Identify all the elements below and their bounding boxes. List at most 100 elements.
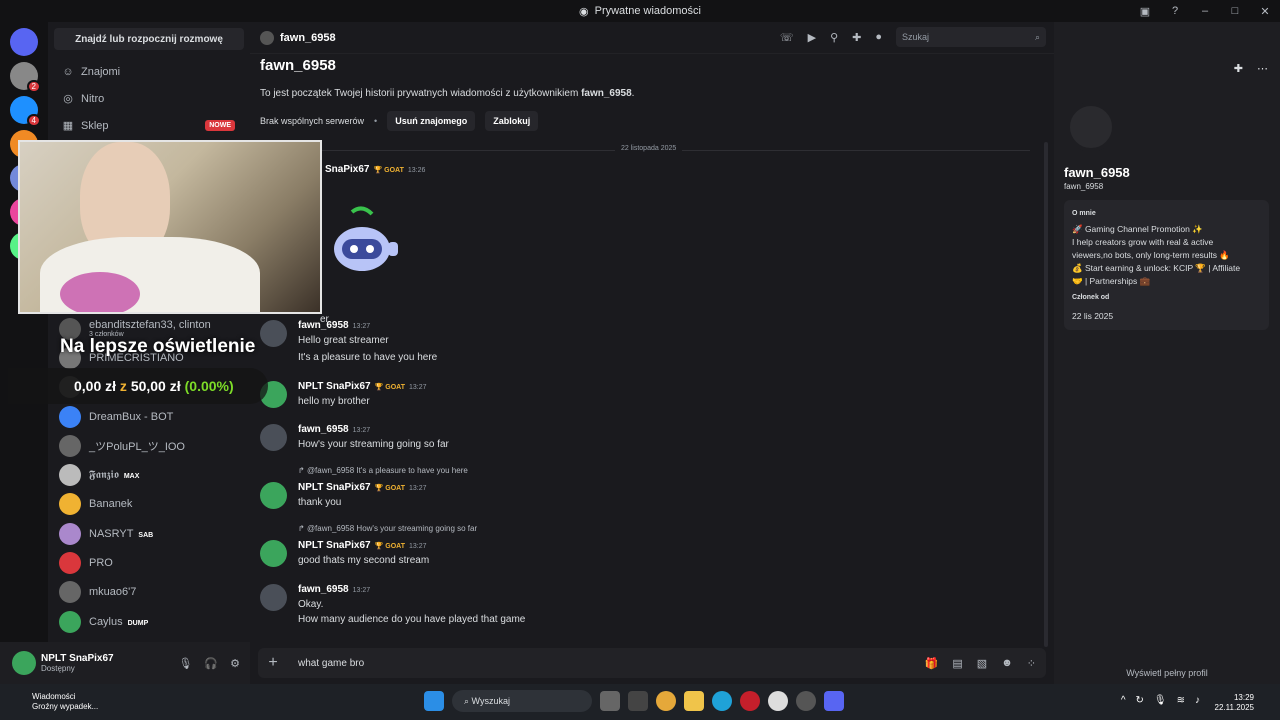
add-friend-icon[interactable]: ✚	[1234, 62, 1243, 75]
message-author[interactable]: NPLT SnaPix67 🏆 GOAT 13:27	[298, 381, 427, 392]
user-profile-icon[interactable]: ●	[875, 31, 882, 43]
message-avatar[interactable]	[260, 540, 287, 567]
remove-friend-button[interactable]: Usuń znajomego	[387, 111, 476, 131]
minimize-button[interactable]: –	[1190, 5, 1220, 17]
reply-reference[interactable]: ↱ @fawn_6958 How's your streaming going …	[298, 524, 477, 533]
settings-gear-icon[interactable]: ⚙	[230, 657, 240, 670]
discord-taskbar-icon[interactable]	[824, 691, 844, 711]
message-text: Hello great streamer	[298, 335, 389, 346]
dm-avatar	[59, 522, 81, 545]
dm-list-item[interactable]: Bananek	[48, 490, 250, 519]
dm-list-item[interactable]: mkuao6'7	[48, 578, 250, 607]
sticker-icon[interactable]: ▧	[977, 657, 987, 670]
message-author[interactable]: fawn_6958 13:27	[298, 584, 370, 595]
chrome-icon[interactable]	[656, 691, 676, 711]
nav-nitro[interactable]: ◎ Nitro	[48, 85, 250, 112]
message-text: How's your streaming going so far	[298, 439, 449, 450]
dm-list-item[interactable]: PRO	[48, 548, 250, 577]
composer-text[interactable]: what game bro	[298, 658, 364, 669]
taskbar-search[interactable]: ⌕ Wyszukaj	[452, 690, 592, 712]
reply-reference[interactable]: ↱ @fawn_6958 It's a pleasure to have you…	[298, 466, 468, 475]
message-author[interactable]: fawn_6958 13:27	[298, 424, 370, 435]
nav-friends[interactable]: ☺ Znajomi	[48, 58, 250, 85]
server-1-icon[interactable]: 2	[10, 62, 41, 93]
search-input[interactable]: Szukaj ⌕	[896, 27, 1046, 47]
shop-icon: ▦	[62, 120, 74, 132]
dm-list-item[interactable]: _ツPoluPL_ツ_IOO	[48, 431, 250, 460]
nav-nitro-label: Nitro	[81, 92, 105, 105]
profile-name: fawn_6958	[1064, 165, 1130, 180]
dm-text: DreamBux - BOT	[89, 411, 173, 423]
server-2-icon[interactable]: 4	[10, 96, 41, 127]
message-avatar[interactable]	[260, 584, 287, 611]
gift-icon[interactable]: 🎁	[925, 657, 939, 670]
dm-search-button[interactable]: Znajdź lub rozpocznij rozmowę	[54, 28, 244, 50]
goal-target: 50,00 zł	[130, 378, 181, 394]
mic-icon[interactable]: 🎙	[178, 657, 192, 670]
message-avatar[interactable]	[260, 424, 287, 451]
author-name: fawn_6958	[298, 320, 349, 331]
edge-icon[interactable]	[712, 691, 732, 711]
volume-icon[interactable]: ♪	[1195, 695, 1200, 706]
block-button[interactable]: Zablokuj	[485, 111, 539, 131]
news-widget[interactable]: Wiadomości Groźny wypadek...	[12, 692, 98, 712]
video-icon[interactable]: ▶	[808, 31, 816, 44]
headphones-icon[interactable]: 🎧	[204, 657, 218, 670]
help-icon[interactable]: ?	[1160, 5, 1190, 17]
goat-label: GOAT	[385, 485, 405, 492]
message-author[interactable]: fawn_6958 13:27	[298, 320, 370, 331]
no-mutual-servers: Brak wspólnych serwerów	[260, 116, 365, 126]
dm-avatar	[59, 610, 81, 633]
message-author[interactable]: SnaPix67 🏆 GOAT 13:26	[325, 164, 425, 175]
dm-tag: MAX	[123, 472, 140, 480]
emoji-icon[interactable]: ☻	[1001, 657, 1013, 670]
discord-home-icon[interactable]	[10, 28, 38, 56]
add-friends-icon[interactable]: ✚	[852, 31, 861, 44]
apps-icon[interactable]: ⁘	[1027, 657, 1036, 670]
dm-text: _ツPoluPL_ツ_IOO	[89, 438, 185, 454]
message-composer[interactable]: + what game bro 🎁 ▤ ▧ ☻ ⁘	[258, 648, 1046, 678]
sync-icon[interactable]: ↻	[1136, 695, 1144, 706]
file-explorer-icon[interactable]	[684, 691, 704, 711]
nav-shop[interactable]: ▦ Sklep NOWE	[48, 112, 250, 139]
goat-tag: 🏆 GOAT	[373, 167, 404, 174]
obs-icon[interactable]	[768, 691, 788, 711]
message-author[interactable]: NPLT SnaPix67 🏆 GOAT 13:27	[298, 540, 427, 551]
chevron-up-icon[interactable]: ^	[1121, 695, 1126, 706]
member-since-label: Członek od	[1072, 294, 1110, 301]
windows-start-icon[interactable]	[424, 691, 444, 711]
message-avatar[interactable]	[260, 320, 287, 347]
dm-name: mkuao6'7	[89, 586, 137, 599]
message-avatar[interactable]	[260, 482, 287, 509]
mic-tray-icon[interactable]: 🎙	[1154, 695, 1167, 706]
dm-list-item[interactable]: NASRYT SAB	[48, 519, 250, 548]
view-full-profile-link[interactable]: Wyświetl pełny profil	[1054, 668, 1280, 678]
inbox-icon[interactable]: ▣	[1130, 5, 1160, 18]
sticker-image	[332, 204, 398, 284]
wifi-icon[interactable]: ≋	[1177, 695, 1185, 706]
app-icon[interactable]	[796, 691, 816, 711]
dm-list-item[interactable]: DreamBux - BOT	[48, 402, 250, 431]
goal-percent: (0.00%)	[184, 378, 234, 394]
task-view-icon[interactable]	[600, 691, 620, 711]
dm-list-item[interactable]: 𝕱𝖆𝖓𝖟𝖎𝖔 MAX	[48, 460, 250, 489]
gif-icon[interactable]: ▤	[952, 657, 962, 670]
dm-list-item[interactable]: Caylus DUMP	[48, 607, 250, 636]
maximize-button[interactable]: □	[1220, 5, 1250, 17]
close-button[interactable]: ✕	[1250, 5, 1280, 18]
attach-plus-icon[interactable]: +	[258, 654, 288, 672]
store-icon[interactable]	[628, 691, 648, 711]
pin-icon[interactable]: ⚲	[830, 31, 838, 44]
message-text: Okay.	[298, 599, 324, 610]
message-author[interactable]: NPLT SnaPix67 🏆 GOAT 13:27	[298, 482, 427, 493]
profile-avatar[interactable]	[1066, 102, 1116, 152]
more-options-icon[interactable]: ⋯	[1257, 62, 1268, 75]
dm-name: Caylus	[89, 615, 123, 628]
call-icon[interactable]: ☏	[780, 31, 794, 44]
dm-name: NASRYT	[89, 527, 134, 540]
user-avatar[interactable]	[12, 651, 36, 675]
opera-icon[interactable]	[740, 691, 760, 711]
reply-text: @fawn_6958 It's a pleasure to have you h…	[306, 466, 468, 475]
system-clock[interactable]: 13:29 22.11.2025	[1215, 693, 1254, 713]
chat-scrollbar[interactable]	[1044, 142, 1048, 647]
